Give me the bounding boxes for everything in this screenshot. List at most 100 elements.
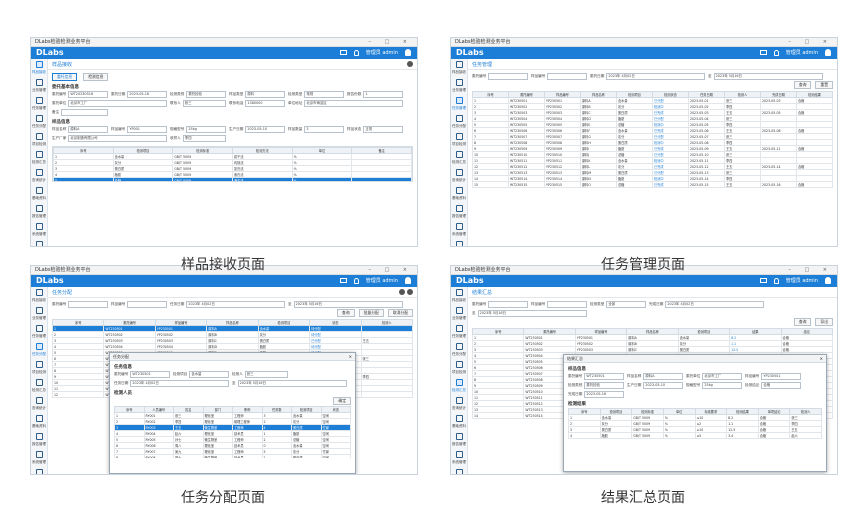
field-input[interactable]: 委托检验 xyxy=(186,91,226,98)
sidebar-item[interactable]: 基础资料 xyxy=(31,413,47,431)
sidebar-item[interactable]: 报告管理 xyxy=(31,431,47,449)
mail-icon[interactable] xyxy=(339,278,347,283)
close-circle-icon[interactable] xyxy=(407,289,413,295)
sidebar-item[interactable]: 查询统计 xyxy=(451,167,467,185)
search-button[interactable]: 查询 xyxy=(793,318,812,326)
sidebar-item[interactable]: 检测汇总 xyxy=(31,377,47,395)
mail-icon[interactable] xyxy=(759,50,767,55)
sidebar-item[interactable]: 报告管理 xyxy=(451,203,467,221)
mail-icon[interactable] xyxy=(339,50,347,55)
field-input[interactable]: 常规 xyxy=(304,91,344,98)
user-name[interactable]: 管理员 admin xyxy=(786,49,818,56)
sidebar-item[interactable]: 查询统计 xyxy=(451,395,467,413)
sidebar-item[interactable]: 系统管理 xyxy=(451,221,467,239)
field-input[interactable]: 张三 xyxy=(244,371,288,378)
refresh-circle-icon[interactable] xyxy=(399,289,405,295)
field-input[interactable]: 2023-05-16 xyxy=(584,391,624,398)
sidebar-item[interactable]: 任务分配 xyxy=(31,113,47,131)
sidebar-item[interactable]: 任务管理 xyxy=(451,323,467,341)
sidebar-item[interactable]: 报告管理 xyxy=(31,203,47,221)
sidebar-item[interactable]: 项目检测 xyxy=(31,131,47,149)
field-input[interactable]: 3 xyxy=(304,126,344,133)
sidebar-item[interactable]: 基础资料 xyxy=(31,185,47,203)
field-input[interactable]: 2023年 4月02日 xyxy=(606,73,705,80)
sidebar-item[interactable]: 报告管理 xyxy=(451,431,467,449)
sidebar-item[interactable]: 系统管理 xyxy=(451,449,467,467)
field-input[interactable] xyxy=(488,301,528,308)
close-icon[interactable]: ✕ xyxy=(349,353,352,360)
field-input[interactable]: 2023年 5月16日 xyxy=(713,73,823,80)
field-input[interactable]: 2023年 5月16日 xyxy=(237,380,347,387)
window-controls[interactable]: – □ × xyxy=(368,38,413,46)
table-row[interactable]: 15 WT230515 YP230515 原料O 总糖 已完成 2023-05-15 王五 20… xyxy=(472,181,833,188)
bell-icon[interactable] xyxy=(353,277,359,284)
field-input[interactable]: 1380000 xyxy=(245,100,285,107)
user-name[interactable]: 管理员 admin xyxy=(366,49,398,56)
sidebar-item[interactable]: 业务管理 xyxy=(31,305,47,323)
close-icon[interactable]: ✕ xyxy=(820,355,823,362)
confirm-button[interactable]: 确定 xyxy=(333,397,351,405)
field-input[interactable]: 北京市工厂 xyxy=(702,373,742,380)
field-input[interactable]: 原料A xyxy=(643,373,683,380)
field-input[interactable]: 原料 xyxy=(245,91,285,98)
field-input[interactable] xyxy=(68,301,108,308)
field-input[interactable]: 原料A xyxy=(68,126,108,133)
field-input[interactable]: 2023年 4月02日 xyxy=(130,380,229,387)
sidebar-item[interactable]: 查询统计 xyxy=(31,167,47,185)
search-button[interactable]: 查询 xyxy=(793,81,812,89)
sidebar-item[interactable]: 样品接收 xyxy=(451,59,467,77)
user-name[interactable]: 管理员 admin xyxy=(366,277,398,284)
table-row[interactable]: 4 脂肪 GB/T 5009% ≤5 3.4 合格 赵六 xyxy=(568,432,822,439)
sidebar-item[interactable]: 项目检测 xyxy=(31,359,47,377)
field-input[interactable]: YP001 xyxy=(127,126,167,133)
field-input[interactable] xyxy=(547,73,587,80)
sidebar-item[interactable]: 系统设置 xyxy=(31,239,47,246)
sidebar-item[interactable]: 任务分配 xyxy=(451,341,467,359)
field-input[interactable]: 全部 xyxy=(606,301,646,308)
field-input[interactable]: 北京制造有限公司 xyxy=(68,135,167,142)
bell-icon[interactable] xyxy=(353,49,359,56)
field-input[interactable]: 2023-05-10 xyxy=(643,382,683,389)
sidebar-item[interactable]: 样品接收 xyxy=(451,287,467,305)
field-input[interactable]: 2023年 4月02日 xyxy=(186,301,285,308)
sidebar-item[interactable]: 系统设置 xyxy=(451,239,467,246)
field-input[interactable]: 1 xyxy=(363,91,403,98)
sidebar-item[interactable]: 样品接收 xyxy=(31,287,47,305)
field-input[interactable] xyxy=(61,109,108,116)
sidebar-item[interactable]: 任务分配 xyxy=(31,341,47,359)
close-circle-icon[interactable] xyxy=(407,61,413,67)
bell-icon[interactable] xyxy=(773,277,779,284)
field-input[interactable] xyxy=(127,301,167,308)
field-input[interactable]: 2023年 5月16日 xyxy=(477,310,587,317)
field-input[interactable]: 2023-05-16 xyxy=(127,91,167,98)
field-input[interactable]: 25kg xyxy=(702,382,742,389)
field-input[interactable]: WT20230516 xyxy=(68,91,108,98)
batch-assign-button[interactable]: 批量分配 xyxy=(358,309,384,317)
field-input[interactable]: WT230501 xyxy=(584,373,624,380)
field-input[interactable]: 合格 xyxy=(761,382,801,389)
sidebar-item[interactable]: 系统管理 xyxy=(31,449,47,467)
field-input[interactable]: YP230501 xyxy=(761,373,801,380)
field-input[interactable]: 北京市海淀区 xyxy=(304,100,403,107)
user-icon[interactable] xyxy=(825,277,831,284)
table-row[interactable]: 5 总糖 GB/T 5009 滴定法% xyxy=(53,177,412,181)
field-input[interactable]: 正常 xyxy=(363,126,403,133)
sidebar-item[interactable]: 业务管理 xyxy=(451,77,467,95)
field-input[interactable] xyxy=(488,73,528,80)
user-name[interactable]: 管理员 admin xyxy=(786,277,818,284)
search-button[interactable]: 查询 xyxy=(337,309,355,317)
sidebar-item[interactable]: 查询统计 xyxy=(31,395,47,413)
sidebar-item[interactable]: 系统管理 xyxy=(31,221,47,239)
sidebar-item[interactable]: 检测汇总 xyxy=(451,377,467,395)
sidebar-item[interactable]: 任务分配 xyxy=(451,113,467,131)
field-input[interactable]: WT230501 xyxy=(130,371,170,378)
field-input[interactable]: 25kg xyxy=(186,126,226,133)
export-button[interactable]: 导出 xyxy=(815,318,833,326)
sidebar-item[interactable]: 系统设置 xyxy=(31,467,47,474)
field-input[interactable]: 2023年 4月02日 xyxy=(665,301,764,308)
user-icon[interactable] xyxy=(405,49,411,56)
sidebar-item[interactable]: 业务管理 xyxy=(31,77,47,95)
tab-entrust-info[interactable]: 委托信息 xyxy=(52,73,78,81)
table-row[interactable]: 8 RY008 郑十 微生物室 技术员 1 蛋白质 空闲 xyxy=(114,454,351,458)
sidebar-item[interactable]: 任务管理 xyxy=(31,323,47,341)
